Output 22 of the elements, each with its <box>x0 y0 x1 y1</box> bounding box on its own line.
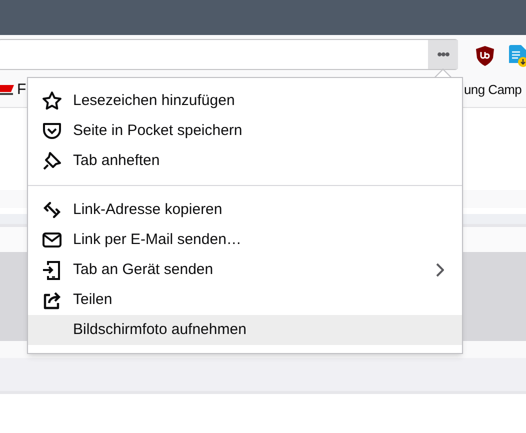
shield-icon[interactable] <box>476 46 494 66</box>
menu-item[interactable]: Tab anheften <box>28 146 462 176</box>
menu-item[interactable]: Teilen <box>28 285 462 315</box>
page-actions-button[interactable]: ••• <box>428 40 458 69</box>
star-icon <box>42 91 62 111</box>
menu-item[interactable]: Bildschirmfoto aufnehmen <box>28 315 462 345</box>
pin-icon <box>42 151 62 171</box>
envelope-icon <box>42 230 62 250</box>
menu-item[interactable]: Link-Adresse kopieren <box>28 195 462 225</box>
pocket-icon <box>42 121 62 141</box>
menu-item[interactable]: Lesezeichen hinzufügen <box>28 86 462 116</box>
menu-item[interactable]: Seite in Pocket speichern <box>28 116 462 146</box>
document-download-icon[interactable] <box>509 45 526 67</box>
link-icon <box>42 200 62 220</box>
bookmark-logo-icon[interactable] <box>0 83 14 95</box>
tab-to-device-icon <box>42 260 62 280</box>
share-icon <box>42 290 62 310</box>
menu-item[interactable]: Link per E-Mail senden… <box>28 225 462 255</box>
bookmark-item[interactable]: F <box>17 81 26 99</box>
bookmark-item[interactable]: ung Camp <box>464 81 522 99</box>
url-field[interactable] <box>0 39 458 70</box>
menu-item[interactable]: Tab an Gerät senden <box>28 255 462 285</box>
